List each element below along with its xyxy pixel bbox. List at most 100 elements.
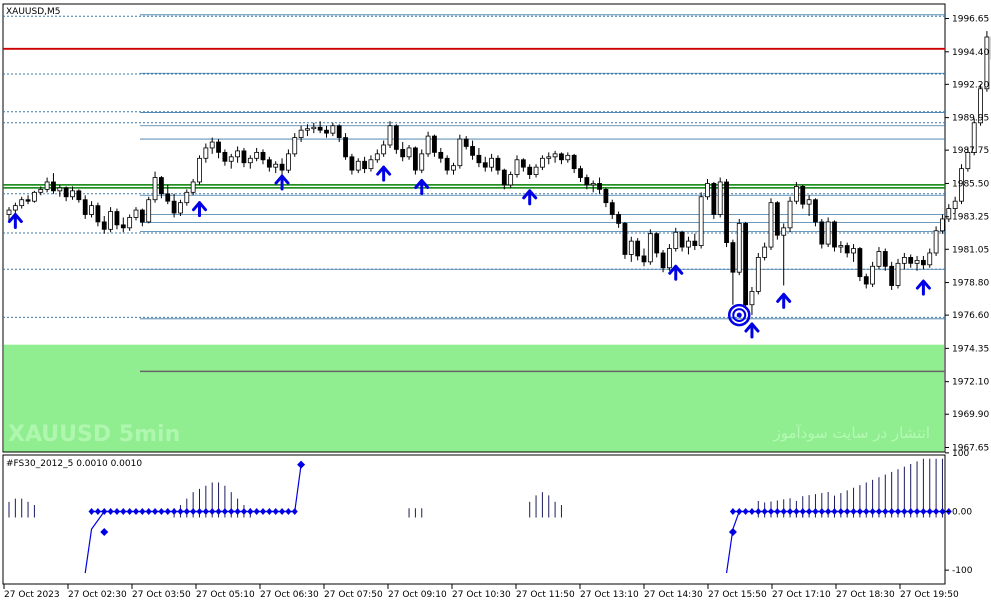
candle-body	[540, 157, 545, 168]
indicator-tick-label: 100	[952, 449, 969, 459]
candle-body	[463, 138, 469, 147]
indicator-tick-label: -100	[952, 566, 973, 576]
candle-body	[108, 211, 113, 230]
candle-body	[82, 199, 88, 215]
indicator-panel-frame	[2, 454, 946, 585]
candle-body	[400, 149, 406, 158]
time-tick-label: 27 Oct 11:50	[516, 590, 575, 600]
candle-body	[495, 157, 501, 171]
candle-body	[901, 257, 907, 264]
candle-body	[520, 159, 526, 168]
candle-body	[794, 186, 799, 202]
candle-body	[921, 259, 926, 266]
price-tick-label: 1976.60	[952, 311, 989, 321]
time-tick-label: 27 Oct 19:50	[900, 590, 959, 600]
candle-body	[139, 209, 145, 223]
price-tick-label: 1985.50	[952, 179, 989, 189]
candle-body	[717, 181, 723, 215]
candle-body	[952, 200, 958, 209]
candle-body	[235, 150, 241, 158]
price-tick-label: 1983.25	[952, 213, 989, 223]
candle-body	[266, 159, 272, 168]
candle-body	[578, 168, 583, 178]
candle-body	[514, 159, 520, 175]
candle-body	[38, 188, 44, 193]
candle-body	[813, 199, 818, 223]
candle-body	[616, 214, 621, 224]
candle-body	[851, 248, 856, 254]
candle-body	[457, 138, 463, 167]
time-axis: 27 Oct 2023 27 Oct 02:30 27 Oct 03:50 27 Oc…	[3, 584, 959, 600]
candle-body	[317, 126, 323, 131]
candle-body	[832, 221, 837, 248]
watermark-site: انتشار در سایت سودآموز	[772, 424, 930, 442]
candle-body	[120, 224, 126, 229]
candle-body	[57, 187, 63, 192]
candle-body	[355, 160, 361, 171]
candle-body	[927, 252, 933, 266]
candle-body	[432, 135, 437, 153]
time-tick-label: 27 Oct 10:30	[452, 590, 511, 600]
candle-body	[451, 165, 456, 171]
candle-body	[933, 230, 939, 254]
candle-body	[800, 186, 806, 205]
candle-body	[146, 199, 152, 223]
candle-body	[806, 199, 812, 205]
candle-body	[158, 177, 164, 195]
candle-body	[654, 233, 660, 254]
candle-body	[438, 151, 444, 159]
candle-body	[298, 129, 304, 138]
candle-body	[736, 222, 742, 273]
candle-body	[336, 125, 342, 138]
watermark-symbol: XAUUSD 5min	[8, 422, 180, 447]
indicator-panel[interactable]: #FS30_2012_5 0.0010 0.0010	[2, 454, 952, 585]
candle-body	[25, 199, 31, 202]
candle-body	[285, 153, 291, 171]
candle-body	[178, 202, 183, 214]
candle-body	[679, 231, 685, 248]
candle-body	[673, 231, 679, 249]
candle-body	[362, 160, 368, 170]
indicator-title: #FS30_2012_5 0.0010 0.0010	[6, 459, 142, 469]
candle-body	[273, 163, 279, 168]
candle-body	[889, 265, 895, 286]
candle-body	[724, 181, 729, 244]
price-panel[interactable]: XAUUSD,M5 XAUUSD 5min انتشار در سایت سود…	[2, 3, 991, 453]
time-tick-label: 27 Oct 05:10	[196, 590, 255, 600]
candle-body	[870, 265, 875, 285]
candle-body	[940, 218, 945, 232]
price-tick-label: 1992.20	[952, 80, 989, 90]
candle-body	[311, 126, 317, 130]
candle-body	[343, 137, 348, 158]
time-tick-label: 27 Oct 02:30	[68, 590, 127, 600]
candle-body	[762, 246, 768, 258]
candle-body	[584, 177, 590, 186]
candle-body	[730, 242, 736, 273]
candle-body	[622, 222, 628, 255]
candle-body	[171, 200, 177, 214]
candle-body	[63, 187, 69, 198]
candle-body	[768, 202, 774, 248]
candle-body	[51, 181, 56, 192]
candle-body	[489, 157, 495, 168]
candle-body	[667, 248, 672, 269]
indicator-tick-label: 0.00	[952, 508, 972, 518]
candle-body	[216, 141, 221, 153]
trading-chart[interactable]: XAUUSD,M5 XAUUSD 5min انتشار در سایت سود…	[0, 0, 991, 605]
candle-body	[425, 135, 431, 155]
candle-body	[603, 188, 609, 204]
time-tick-label: 27 Oct 17:10	[772, 590, 831, 600]
candle-body	[260, 151, 266, 161]
candle-body	[876, 251, 882, 267]
candle-body	[844, 245, 850, 254]
candle-body	[209, 141, 215, 149]
candle-body	[6, 209, 12, 215]
time-tick-label: 27 Oct 15:50	[708, 590, 767, 600]
time-tick-label: 27 Oct 18:30	[836, 590, 895, 600]
candle-body	[686, 240, 691, 248]
candle-body	[755, 257, 761, 292]
candle-body	[552, 153, 558, 158]
candle-body	[127, 217, 133, 229]
price-axis: 1996.65 1994.40 1992.20 1989.95 1987.75 1985.…	[945, 15, 989, 454]
candle-body	[565, 154, 571, 161]
